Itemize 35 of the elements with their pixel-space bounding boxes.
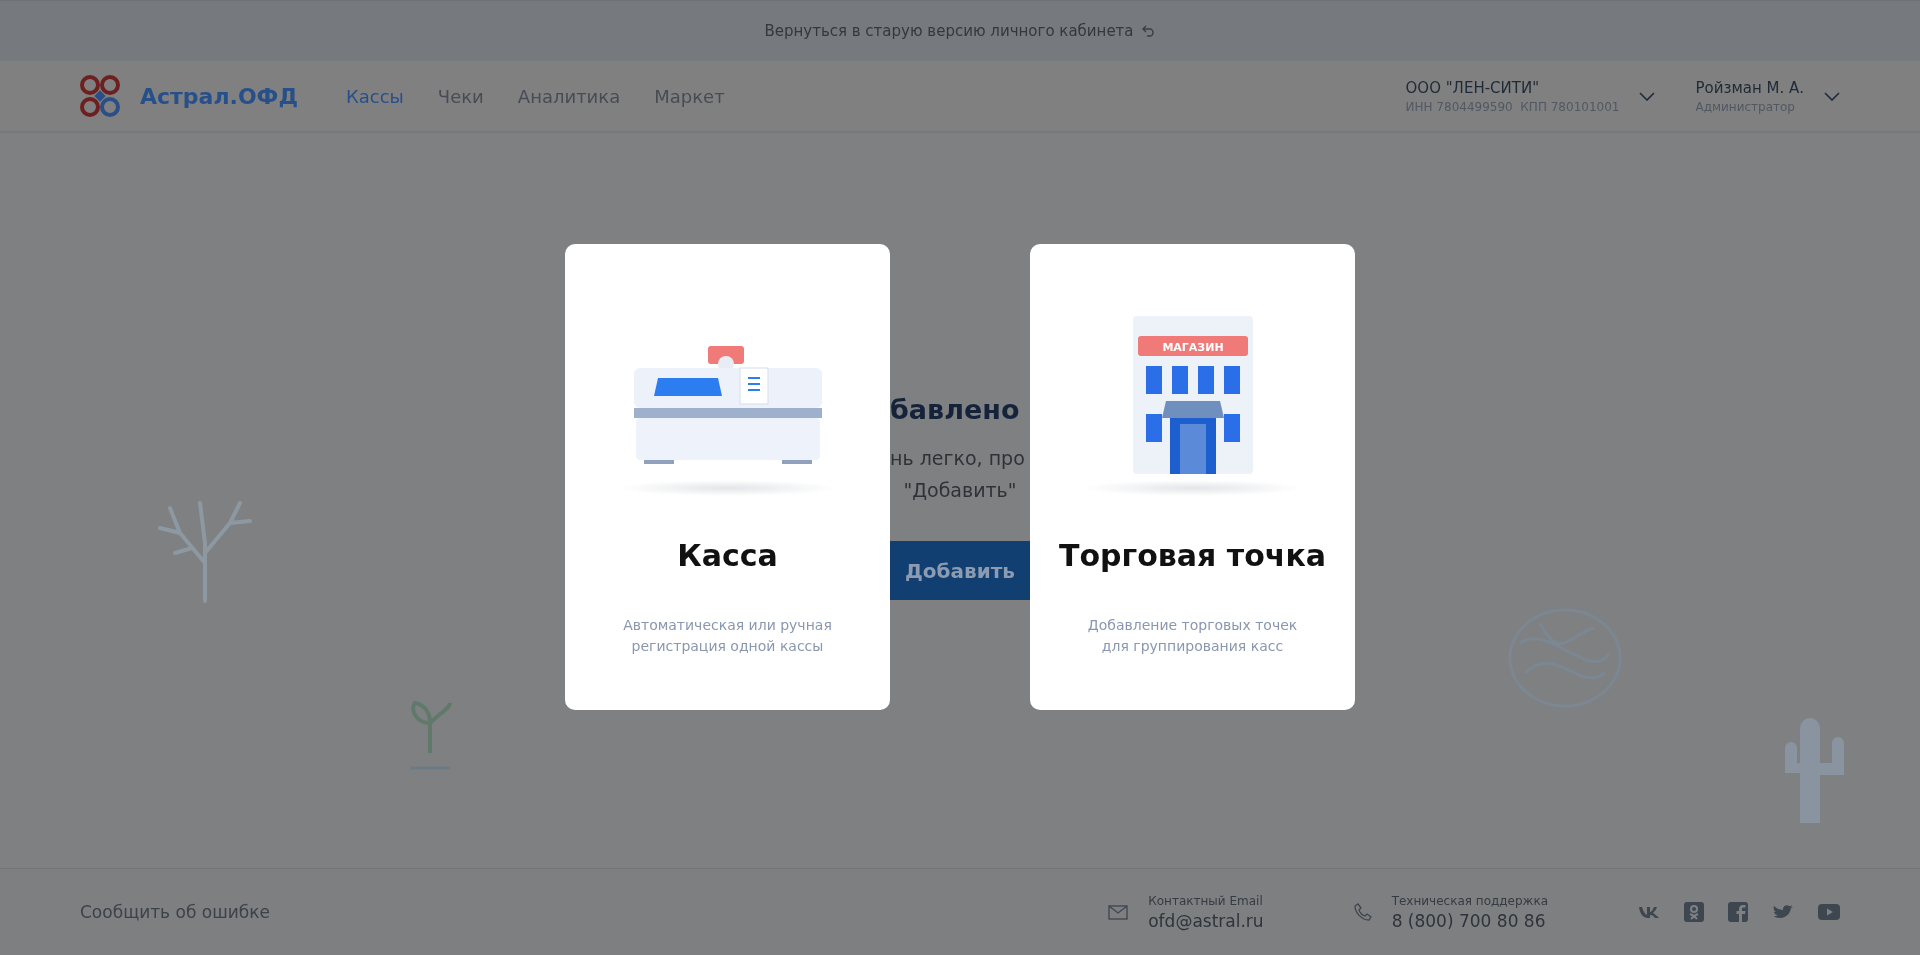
store-sign-text: МАГАЗИН bbox=[1161, 341, 1224, 354]
bird-icon[interactable] bbox=[1772, 903, 1794, 921]
old-version-link[interactable]: Вернуться в старую версию личного кабинета bbox=[764, 22, 1134, 40]
contact-value[interactable]: ofd@astral.ru bbox=[1148, 910, 1264, 931]
card-description: Автоматическая или ручная регистрация одной кассы bbox=[623, 616, 832, 656]
nav-tab[interactable]: Аналитика bbox=[517, 85, 621, 107]
chevron-down-icon bbox=[1824, 91, 1840, 101]
card-title: Касса bbox=[677, 538, 778, 573]
empty-state-text: нь легко, про bbox=[890, 447, 1025, 469]
logo-icon[interactable] bbox=[80, 75, 120, 117]
contact-label: Контактный Email bbox=[1148, 893, 1264, 908]
option-card[interactable]: МАГАЗИН Торговая точка Добавление торговых точек для группирования касс bbox=[1030, 244, 1355, 710]
phone-icon bbox=[1353, 903, 1372, 921]
social-network-icon[interactable] bbox=[1684, 902, 1704, 922]
contact-label: Техническая поддержка bbox=[1391, 893, 1548, 908]
nav-tab[interactable]: Кассы bbox=[346, 85, 404, 107]
brand-name[interactable]: Астрал.ОФД bbox=[140, 83, 298, 109]
social-network-icon[interactable] bbox=[1638, 905, 1660, 919]
chevron-down-icon bbox=[1639, 91, 1656, 101]
envelope-icon bbox=[1108, 904, 1129, 920]
empty-state-heading: бавлено bbox=[890, 394, 1020, 425]
user-name: Ройзман М. А. bbox=[1695, 78, 1804, 97]
nav-tab[interactable]: Маркет bbox=[654, 85, 725, 107]
card-description: Добавление торговых точек для группирования касс bbox=[1087, 616, 1298, 656]
contact-value[interactable]: 8 (800) 700 80 86 bbox=[1391, 910, 1548, 931]
report-error-link[interactable]: Сообщить об ошибке bbox=[80, 902, 271, 922]
nav-tab[interactable]: Чеки bbox=[437, 85, 484, 107]
option-card[interactable]: Касса Автоматическая или ручная регистрация одной кассы bbox=[565, 244, 890, 710]
card-title: Торговая точка bbox=[1059, 538, 1326, 573]
add-button[interactable]: Добавить bbox=[890, 541, 1030, 600]
play-icon[interactable] bbox=[1818, 904, 1840, 920]
social-network-icon[interactable] bbox=[1728, 902, 1748, 922]
organization-name: ООО "ЛЕН-СИТИ" bbox=[1405, 78, 1541, 97]
undo-arrow-icon bbox=[1141, 25, 1156, 37]
empty-state-text: "Добавить" bbox=[903, 479, 1017, 501]
